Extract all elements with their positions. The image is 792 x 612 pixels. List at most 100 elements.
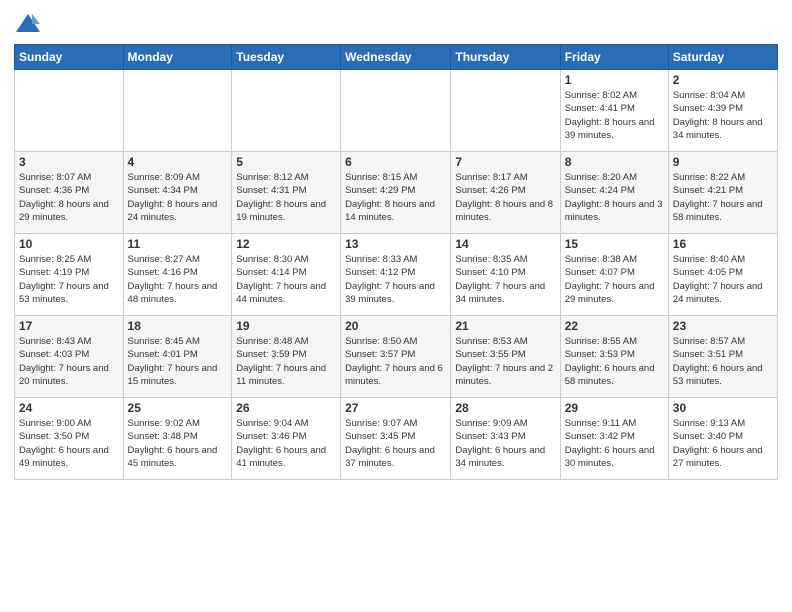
day-info: Sunrise: 8:25 AM Sunset: 4:19 PM Dayligh…	[19, 253, 119, 306]
day-number: 30	[673, 401, 773, 415]
calendar-cell: 16 Sunrise: 8:40 AM Sunset: 4:05 PM Dayli…	[668, 234, 777, 316]
day-number: 24	[19, 401, 119, 415]
calendar-cell: 26 Sunrise: 9:04 AM Sunset: 3:46 PM Dayli…	[232, 398, 341, 480]
logo	[14, 10, 46, 38]
day-info: Sunrise: 8:50 AM Sunset: 3:57 PM Dayligh…	[345, 335, 446, 388]
day-info: Sunrise: 9:07 AM Sunset: 3:45 PM Dayligh…	[345, 417, 446, 470]
weekday-header: Tuesday	[232, 45, 341, 70]
day-number: 9	[673, 155, 773, 169]
calendar-cell	[15, 70, 124, 152]
day-number: 10	[19, 237, 119, 251]
calendar-cell	[341, 70, 451, 152]
day-info: Sunrise: 8:48 AM Sunset: 3:59 PM Dayligh…	[236, 335, 336, 388]
day-number: 20	[345, 319, 446, 333]
calendar-cell: 3 Sunrise: 8:07 AM Sunset: 4:36 PM Daylig…	[15, 152, 124, 234]
day-info: Sunrise: 8:17 AM Sunset: 4:26 PM Dayligh…	[455, 171, 555, 224]
day-info: Sunrise: 8:22 AM Sunset: 4:21 PM Dayligh…	[673, 171, 773, 224]
calendar-cell: 10 Sunrise: 8:25 AM Sunset: 4:19 PM Dayli…	[15, 234, 124, 316]
calendar-cell: 24 Sunrise: 9:00 AM Sunset: 3:50 PM Dayli…	[15, 398, 124, 480]
day-number: 14	[455, 237, 555, 251]
day-number: 11	[128, 237, 228, 251]
logo-icon	[14, 10, 42, 38]
day-number: 6	[345, 155, 446, 169]
calendar-cell: 20 Sunrise: 8:50 AM Sunset: 3:57 PM Dayli…	[341, 316, 451, 398]
calendar-week-row: 10 Sunrise: 8:25 AM Sunset: 4:19 PM Dayli…	[15, 234, 778, 316]
header	[14, 10, 778, 38]
calendar-cell: 30 Sunrise: 9:13 AM Sunset: 3:40 PM Dayli…	[668, 398, 777, 480]
calendar-cell: 7 Sunrise: 8:17 AM Sunset: 4:26 PM Daylig…	[451, 152, 560, 234]
calendar-cell: 9 Sunrise: 8:22 AM Sunset: 4:21 PM Daylig…	[668, 152, 777, 234]
day-info: Sunrise: 8:15 AM Sunset: 4:29 PM Dayligh…	[345, 171, 446, 224]
day-info: Sunrise: 9:09 AM Sunset: 3:43 PM Dayligh…	[455, 417, 555, 470]
day-info: Sunrise: 9:04 AM Sunset: 3:46 PM Dayligh…	[236, 417, 336, 470]
day-number: 17	[19, 319, 119, 333]
day-info: Sunrise: 8:35 AM Sunset: 4:10 PM Dayligh…	[455, 253, 555, 306]
day-info: Sunrise: 8:45 AM Sunset: 4:01 PM Dayligh…	[128, 335, 228, 388]
day-info: Sunrise: 8:09 AM Sunset: 4:34 PM Dayligh…	[128, 171, 228, 224]
day-info: Sunrise: 8:27 AM Sunset: 4:16 PM Dayligh…	[128, 253, 228, 306]
calendar-cell: 14 Sunrise: 8:35 AM Sunset: 4:10 PM Dayli…	[451, 234, 560, 316]
calendar-week-row: 3 Sunrise: 8:07 AM Sunset: 4:36 PM Daylig…	[15, 152, 778, 234]
calendar-cell: 15 Sunrise: 8:38 AM Sunset: 4:07 PM Dayli…	[560, 234, 668, 316]
calendar-cell: 21Sunrise: 8:53 AM Sunset: 3:55 PM Dayli…	[451, 316, 560, 398]
weekday-header: Saturday	[668, 45, 777, 70]
day-info: Sunrise: 9:02 AM Sunset: 3:48 PM Dayligh…	[128, 417, 228, 470]
day-number: 3	[19, 155, 119, 169]
day-info: Sunrise: 8:40 AM Sunset: 4:05 PM Dayligh…	[673, 253, 773, 306]
calendar-cell: 11 Sunrise: 8:27 AM Sunset: 4:16 PM Dayli…	[123, 234, 232, 316]
day-number: 25	[128, 401, 228, 415]
calendar-cell: 4 Sunrise: 8:09 AM Sunset: 4:34 PM Daylig…	[123, 152, 232, 234]
day-info: Sunrise: 8:33 AM Sunset: 4:12 PM Dayligh…	[345, 253, 446, 306]
calendar-cell: 5Sunrise: 8:12 AM Sunset: 4:31 PM Daylig…	[232, 152, 341, 234]
day-number: 2	[673, 73, 773, 87]
calendar-cell	[232, 70, 341, 152]
day-number: 7	[455, 155, 555, 169]
day-number: 15	[565, 237, 664, 251]
calendar-cell: 13 Sunrise: 8:33 AM Sunset: 4:12 PM Dayli…	[341, 234, 451, 316]
calendar-week-row: 17 Sunrise: 8:43 AM Sunset: 4:03 PM Dayli…	[15, 316, 778, 398]
day-info: Sunrise: 8:43 AM Sunset: 4:03 PM Dayligh…	[19, 335, 119, 388]
calendar-cell: 25 Sunrise: 9:02 AM Sunset: 3:48 PM Dayli…	[123, 398, 232, 480]
day-number: 23	[673, 319, 773, 333]
day-number: 13	[345, 237, 446, 251]
calendar-cell: 12Sunrise: 8:30 AM Sunset: 4:14 PM Dayli…	[232, 234, 341, 316]
day-number: 29	[565, 401, 664, 415]
day-info: Sunrise: 8:04 AM Sunset: 4:39 PM Dayligh…	[673, 89, 773, 142]
day-number: 19	[236, 319, 336, 333]
day-info: Sunrise: 8:55 AM Sunset: 3:53 PM Dayligh…	[565, 335, 664, 388]
day-number: 16	[673, 237, 773, 251]
weekday-header: Monday	[123, 45, 232, 70]
calendar-cell: 6 Sunrise: 8:15 AM Sunset: 4:29 PM Daylig…	[341, 152, 451, 234]
day-info: Sunrise: 9:00 AM Sunset: 3:50 PM Dayligh…	[19, 417, 119, 470]
weekday-header: Wednesday	[341, 45, 451, 70]
day-info: Sunrise: 9:13 AM Sunset: 3:40 PM Dayligh…	[673, 417, 773, 470]
day-number: 21	[455, 319, 555, 333]
day-number: 4	[128, 155, 228, 169]
calendar-cell	[451, 70, 560, 152]
calendar-cell: 28 Sunrise: 9:09 AM Sunset: 3:43 PM Dayli…	[451, 398, 560, 480]
day-info: Sunrise: 8:30 AM Sunset: 4:14 PM Dayligh…	[236, 253, 336, 306]
day-info: Sunrise: 8:57 AM Sunset: 3:51 PM Dayligh…	[673, 335, 773, 388]
weekday-header: Sunday	[15, 45, 124, 70]
calendar-cell: 1Sunrise: 8:02 AM Sunset: 4:41 PM Daylig…	[560, 70, 668, 152]
day-info: Sunrise: 8:20 AM Sunset: 4:24 PM Dayligh…	[565, 171, 664, 224]
calendar-cell: 23 Sunrise: 8:57 AM Sunset: 3:51 PM Dayli…	[668, 316, 777, 398]
calendar-cell: 18 Sunrise: 8:45 AM Sunset: 4:01 PM Dayli…	[123, 316, 232, 398]
main-container: SundayMondayTuesdayWednesdayThursdayFrid…	[0, 0, 792, 612]
day-number: 18	[128, 319, 228, 333]
day-info: Sunrise: 9:11 AM Sunset: 3:42 PM Dayligh…	[565, 417, 664, 470]
calendar-week-row: 24 Sunrise: 9:00 AM Sunset: 3:50 PM Dayli…	[15, 398, 778, 480]
day-info: Sunrise: 8:38 AM Sunset: 4:07 PM Dayligh…	[565, 253, 664, 306]
day-info: Sunrise: 8:07 AM Sunset: 4:36 PM Dayligh…	[19, 171, 119, 224]
calendar-cell: 17 Sunrise: 8:43 AM Sunset: 4:03 PM Dayli…	[15, 316, 124, 398]
day-info: Sunrise: 8:02 AM Sunset: 4:41 PM Dayligh…	[565, 89, 664, 142]
day-number: 26	[236, 401, 336, 415]
day-number: 22	[565, 319, 664, 333]
day-number: 28	[455, 401, 555, 415]
calendar-header-row: SundayMondayTuesdayWednesdayThursdayFrid…	[15, 45, 778, 70]
weekday-header: Friday	[560, 45, 668, 70]
calendar-cell: 2 Sunrise: 8:04 AM Sunset: 4:39 PM Daylig…	[668, 70, 777, 152]
day-number: 27	[345, 401, 446, 415]
weekday-header: Thursday	[451, 45, 560, 70]
calendar-cell: 27 Sunrise: 9:07 AM Sunset: 3:45 PM Dayli…	[341, 398, 451, 480]
